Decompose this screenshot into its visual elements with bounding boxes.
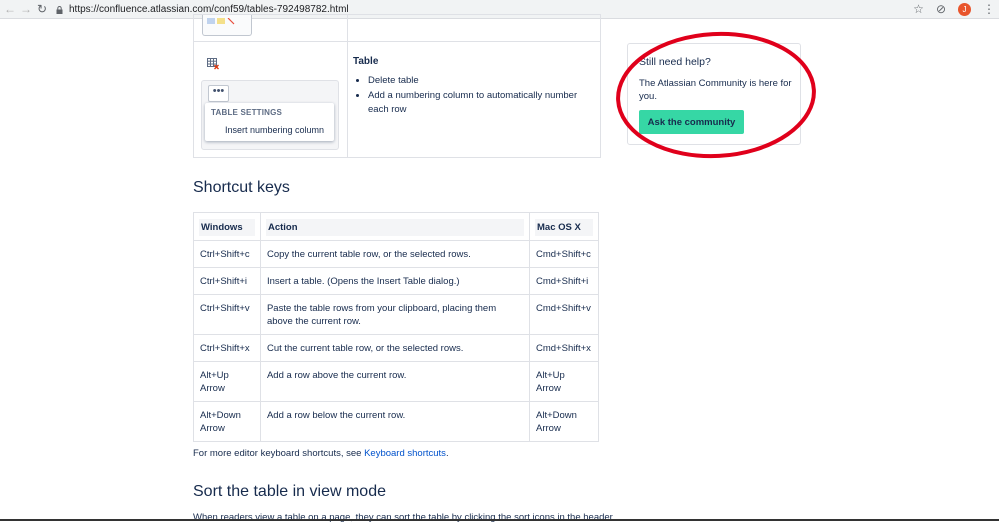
table-settings-dropdown: TABLE SETTINGS Insert numbering column	[205, 103, 334, 141]
sort-intro-paragraph: When readers view a table on a page, the…	[193, 512, 613, 523]
mac-shortcut-cell: Cmd+Shift+i	[529, 267, 599, 295]
windows-shortcut-cell: Ctrl+Shift+v	[193, 294, 261, 335]
shortcut-keys-heading: Shortcut keys	[193, 179, 290, 196]
action-cell: Insert a table. (Opens the Insert Table …	[259, 267, 531, 295]
dropdown-heading: TABLE SETTINGS	[211, 108, 283, 117]
feature-image-thumbnail	[202, 15, 252, 36]
annotation-ellipse	[616, 31, 816, 159]
feature-title: Table	[353, 56, 379, 67]
mac-shortcut-cell: Cmd+Shift+x	[529, 334, 599, 362]
mac-shortcut-cell: Alt+Down Arrow	[529, 401, 599, 442]
action-cell: Copy the current table row, or the selec…	[259, 240, 531, 268]
table-row: Ctrl+Shift+c Copy the current table row,…	[193, 240, 599, 268]
mac-shortcut-cell: Alt+Up Arrow	[529, 361, 599, 402]
feature-description-cell: Table Delete table Add a numbering colum…	[348, 42, 600, 157]
table-header-row: Windows Action Mac OS X	[193, 212, 599, 241]
feature-bullet: Add a numbering column to automatically …	[368, 89, 598, 117]
mac-shortcut-cell: Cmd+Shift+c	[529, 240, 599, 268]
reload-icon[interactable]: ↻	[34, 2, 50, 16]
mac-shortcut-cell: Cmd+Shift+v	[529, 294, 599, 335]
shortcut-table: Windows Action Mac OS X Ctrl+Shift+c Cop…	[193, 212, 599, 442]
table-row: Alt+Down Arrow Add a row below the curre…	[193, 401, 599, 442]
feature-table: ••• TABLE SETTINGS Insert numbering colu…	[193, 14, 601, 158]
address-bar[interactable]: https://confluence.atlassian.com/conf59/…	[56, 4, 349, 15]
delete-table-icon	[207, 57, 219, 70]
windows-shortcut-cell: Ctrl+Shift+x	[193, 334, 261, 362]
paragraph-suffix: .	[445, 448, 449, 459]
action-cell: Add a row above the current row.	[259, 361, 531, 402]
sort-table-heading: Sort the table in view mode	[193, 483, 386, 500]
table-row: Ctrl+Shift+i Insert a table. (Opens the …	[193, 267, 599, 295]
column-header-windows: Windows	[193, 212, 261, 241]
windows-shortcut-cell: Ctrl+Shift+i	[193, 267, 261, 295]
action-cell: Cut the current table row, or the select…	[259, 334, 531, 362]
feature-bullet: Delete table	[368, 74, 598, 88]
table-row: Alt+Up Arrow Add a row above the current…	[193, 361, 599, 402]
insert-numbering-column-item[interactable]: Insert numbering column	[225, 125, 324, 135]
url-text: https://confluence.atlassian.com/conf59/…	[69, 3, 349, 15]
feature-description-cell-top	[347, 15, 600, 42]
column-header-mac: Mac OS X	[529, 212, 599, 241]
table-row: Ctrl+Shift+v Paste the table rows from y…	[193, 294, 599, 335]
windows-shortcut-cell: Ctrl+Shift+c	[193, 240, 261, 268]
back-arrow-icon[interactable]: ←	[2, 2, 18, 16]
browser-menu-icon[interactable]: ⋮	[983, 2, 995, 16]
forward-arrow-icon[interactable]: →	[18, 2, 34, 16]
avatar[interactable]: J	[958, 2, 971, 16]
lock-icon	[56, 5, 63, 14]
action-cell: Paste the table rows from your clipboard…	[259, 294, 531, 335]
feature-illustration-cell: ••• TABLE SETTINGS Insert numbering colu…	[194, 42, 348, 157]
paragraph-text: For more editor keyboard shortcuts, see	[193, 448, 365, 459]
action-cell: Add a row below the current row.	[259, 401, 531, 442]
table-settings-menu-illustration: ••• TABLE SETTINGS Insert numbering colu…	[201, 80, 339, 150]
table-row: Ctrl+Shift+x Cut the current table row, …	[193, 334, 599, 362]
more-shortcuts-paragraph: For more editor keyboard shortcuts, see …	[193, 448, 449, 459]
feature-bullet-list: Delete table Add a numbering column to a…	[348, 74, 598, 118]
windows-shortcut-cell: Alt+Down Arrow	[193, 401, 261, 442]
feature-image-cell	[194, 15, 348, 42]
windows-shortcut-cell: Alt+Up Arrow	[193, 361, 261, 402]
keyboard-shortcuts-link[interactable]: Keyboard shortcuts	[364, 448, 446, 459]
bookmark-star-icon[interactable]: ☆	[913, 2, 924, 16]
block-icon[interactable]: ⊘	[936, 2, 946, 16]
column-header-action: Action	[259, 212, 531, 241]
more-options-button[interactable]: •••	[208, 85, 229, 102]
